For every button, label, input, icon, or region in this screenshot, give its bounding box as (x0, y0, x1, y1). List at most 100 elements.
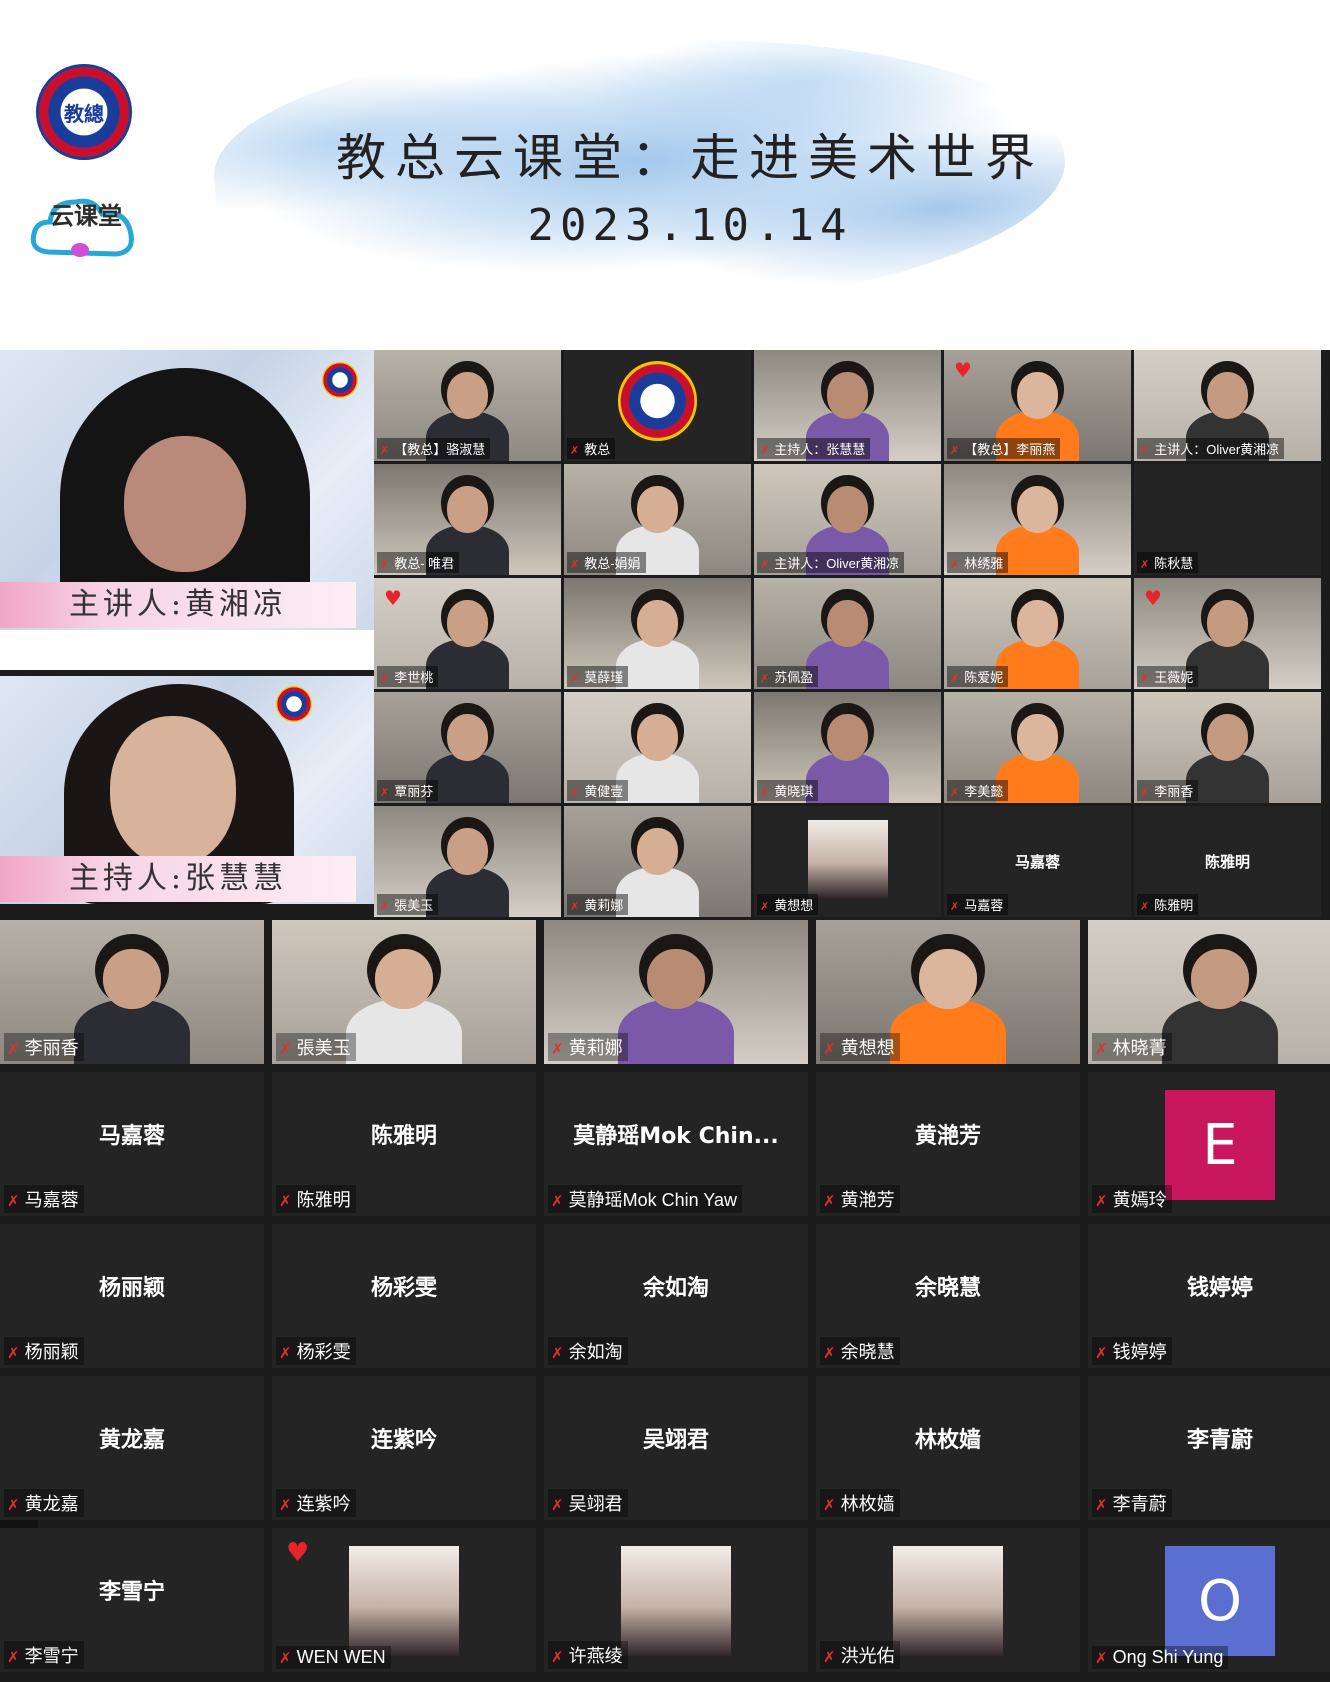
muted-mic-icon: ✗ (950, 787, 960, 799)
participant-name-label: ✗ 李雪宁 (4, 1641, 84, 1669)
participant-tile[interactable]: 陈雅明 ✗ 陈雅明 (1134, 806, 1321, 917)
muted-mic-icon: ✗ (760, 787, 770, 799)
participant-name-label: ✗ 吴翊君 (548, 1489, 628, 1517)
participant-name-label: ✗ 黄想想 (757, 894, 819, 915)
participant-name-label: ✗ 黄莉娜 (548, 1033, 628, 1061)
participant-tile[interactable]: ✗ 張美玉 (374, 806, 561, 917)
participant-tile[interactable]: ✗ 李丽香 (0, 920, 264, 1064)
participant-tile[interactable]: 杨丽颖 ✗ 杨丽颖 (0, 1224, 264, 1368)
participant-tile[interactable]: ✗ 苏佩盈 (754, 578, 941, 689)
participant-tile[interactable]: ✗ 黄想想 (816, 920, 1080, 1064)
participant-tile[interactable]: 李青蔚 ✗ 李青蔚 (1088, 1376, 1330, 1520)
participant-name-label: ✗ 李世桃 (377, 666, 439, 687)
participant-tile[interactable]: ✗ 教总- 唯君 (374, 464, 561, 575)
participant-tile[interactable]: ✗ 主讲人：Oliver黄湘凉 (1134, 350, 1321, 461)
participant-tile[interactable]: ✗ 洪光佑 (816, 1528, 1080, 1672)
muted-mic-icon: ✗ (279, 1193, 292, 1210)
participant-name: Ong Shi Yung (1112, 1647, 1224, 1667)
participant-tile[interactable]: 李雪宁 ✗ 李雪宁 (0, 1528, 264, 1672)
participant-name: 林绣雅 (964, 556, 1004, 571)
participant-tile[interactable]: 杨彩雯 ✗ 杨彩雯 (272, 1224, 536, 1368)
participant-name: 覃丽芬 (394, 784, 434, 799)
host-caption: 主持人:张慧慧 (0, 856, 356, 902)
participant-tile[interactable]: ✗ 林晓菁 (1088, 920, 1330, 1064)
participant-name: 莫薛瑾 (584, 670, 624, 685)
participant-tile[interactable]: 连紫吟 ✗ 连紫吟 (272, 1376, 536, 1520)
participant-tile[interactable]: 陈雅明 ✗ 陈雅明 (272, 1072, 536, 1216)
participant-tile[interactable]: ♥ ✗ 【教总】李丽燕 (944, 350, 1131, 461)
host-caption: 主讲人:黄湘凉 (0, 582, 356, 628)
participant-tile[interactable]: ✗ 覃丽芬 (374, 692, 561, 803)
participant-name: 余如淘 (568, 1342, 623, 1362)
participant-name: 钱婷婷 (1112, 1342, 1167, 1362)
muted-mic-icon: ✗ (551, 1497, 564, 1514)
participant-tile[interactable]: 黄龙嘉 ✗ 黄龙嘉 (0, 1376, 264, 1520)
participant-name: 教总 (584, 442, 611, 457)
participant-tile[interactable]: ♥ ✗ 王薇妮 (1134, 578, 1321, 689)
participant-tile[interactable]: ✗ 張美玉 (272, 920, 536, 1064)
participant-tile[interactable]: E ✗ 黄嫣玲 (1088, 1072, 1330, 1216)
participant-name: 杨丽颖 (24, 1342, 79, 1362)
participant-tile[interactable]: 吴翊君 ✗ 吴翊君 (544, 1376, 808, 1520)
muted-mic-icon: ✗ (950, 559, 960, 571)
muted-mic-icon: ✗ (551, 1345, 564, 1362)
participant-tile[interactable]: ✗ 黄健壹 (564, 692, 751, 803)
participant-tile[interactable]: ✗ 李美懿 (944, 692, 1131, 803)
participant-tile[interactable]: ✗ 陈爱妮 (944, 578, 1131, 689)
participant-tile[interactable]: ♥ ✗ 李世桃 (374, 578, 561, 689)
muted-mic-icon: ✗ (823, 1497, 836, 1514)
participant-name-label: ✗ 莫静瑶Mok Chin Yaw (548, 1185, 742, 1213)
participant-name-label: ✗ 張美玉 (276, 1033, 356, 1061)
participant-name: 许燕绫 (568, 1646, 623, 1666)
participant-tile[interactable]: ✗ 教总-娟娟 (564, 464, 751, 575)
muted-mic-icon: ✗ (760, 445, 770, 457)
participant-tile[interactable]: ✗ 黄晓琪 (754, 692, 941, 803)
participant-name-label: ✗ 许燕绫 (548, 1641, 628, 1669)
participant-tile[interactable]: 余晓慧 ✗ 余晓慧 (816, 1224, 1080, 1368)
participant-tile[interactable]: 莫静瑶Mok Chin... ✗ 莫静瑶Mok Chin Yaw (544, 1072, 808, 1216)
participant-name: 莫静瑶Mok Chin Yaw (568, 1190, 737, 1210)
participant-tile[interactable]: O ✗ Ong Shi Yung (1088, 1528, 1330, 1672)
participant-tile[interactable]: 黄滟芳 ✗ 黄滟芳 (816, 1072, 1080, 1216)
participant-name-label: ✗ 教总- 唯君 (377, 552, 460, 573)
participant-name-label: ✗ 王薇妮 (1137, 666, 1199, 687)
union-emblem-icon (276, 686, 312, 722)
participant-tile[interactable]: 马嘉蓉 ✗ 马嘉蓉 (0, 1072, 264, 1216)
avatar: E (1165, 1090, 1275, 1200)
participant-name: 【教总】骆淑慧 (394, 442, 486, 457)
muted-mic-icon: ✗ (1140, 673, 1150, 685)
zoom-gallery: 主讲人:黄湘凉 主持人:张慧慧 2 ✗【教总】骆淑慧✗教总✗主持人：张慧慧♥✗【… (0, 350, 1330, 1682)
participant-name: 主讲人：Oliver黄湘凉 (774, 556, 900, 571)
speaker-spotlight[interactable]: 主讲人:黄湘凉 (0, 350, 374, 630)
participant-name-label: ✗ 【教总】李丽燕 (947, 438, 1061, 459)
host-spotlight[interactable]: 主持人:张慧慧 (0, 676, 374, 904)
participant-tile[interactable]: 林枚嫱 ✗ 林枚嫱 (816, 1376, 1080, 1520)
participant-tile[interactable]: ✗ 【教总】骆淑慧 (374, 350, 561, 461)
participant-tile[interactable]: ✗ 教总 (564, 350, 751, 461)
participant-name-label: ✗ 杨彩雯 (276, 1337, 356, 1365)
participant-tile[interactable]: ✗ 莫薛瑾 (564, 578, 751, 689)
participant-tile[interactable]: ✗ 林绣雅 (944, 464, 1131, 575)
participant-tile[interactable]: 马嘉蓉 ✗ 马嘉蓉 (944, 806, 1131, 917)
participant-name-label: ✗ 陈雅明 (1137, 894, 1199, 915)
participant-tile[interactable]: 余如淘 ✗ 余如淘 (544, 1224, 808, 1368)
participant-tile[interactable]: ✗ 黄想想 (754, 806, 941, 917)
participant-tile[interactable]: 钱婷婷 ✗ 钱婷婷 (1088, 1224, 1330, 1368)
participant-tile[interactable]: ✗ 陈秋慧 (1134, 464, 1321, 575)
muted-mic-icon: ✗ (823, 1649, 836, 1666)
participant-tile[interactable]: ✗ 许燕绫 (544, 1528, 808, 1672)
muted-mic-icon: ✗ (1095, 1497, 1108, 1514)
participant-tile[interactable]: ✗ 黄莉娜 (544, 920, 808, 1064)
participant-name-label: ✗ 林绣雅 (947, 552, 1009, 573)
participant-tile[interactable]: ✗ 主讲人：Oliver黄湘凉 (754, 464, 941, 575)
participant-tile[interactable]: ✗ 李丽香 (1134, 692, 1321, 803)
muted-mic-icon: ✗ (570, 559, 580, 571)
participant-tile[interactable]: ✗ 黄莉娜 (564, 806, 751, 917)
participant-name-label: ✗ 黄莉娜 (567, 894, 629, 915)
participant-name: 黄健壹 (584, 784, 624, 799)
participant-tile[interactable]: ♥ ✗ WEN WEN (272, 1528, 536, 1672)
participant-name-label: ✗ Ong Shi Yung (1092, 1646, 1229, 1669)
participant-tile[interactable]: ✗ 主持人：张慧慧 (754, 350, 941, 461)
heart-reaction-icon: ♥ (384, 586, 402, 610)
participant-name: 陈雅明 (296, 1190, 351, 1210)
